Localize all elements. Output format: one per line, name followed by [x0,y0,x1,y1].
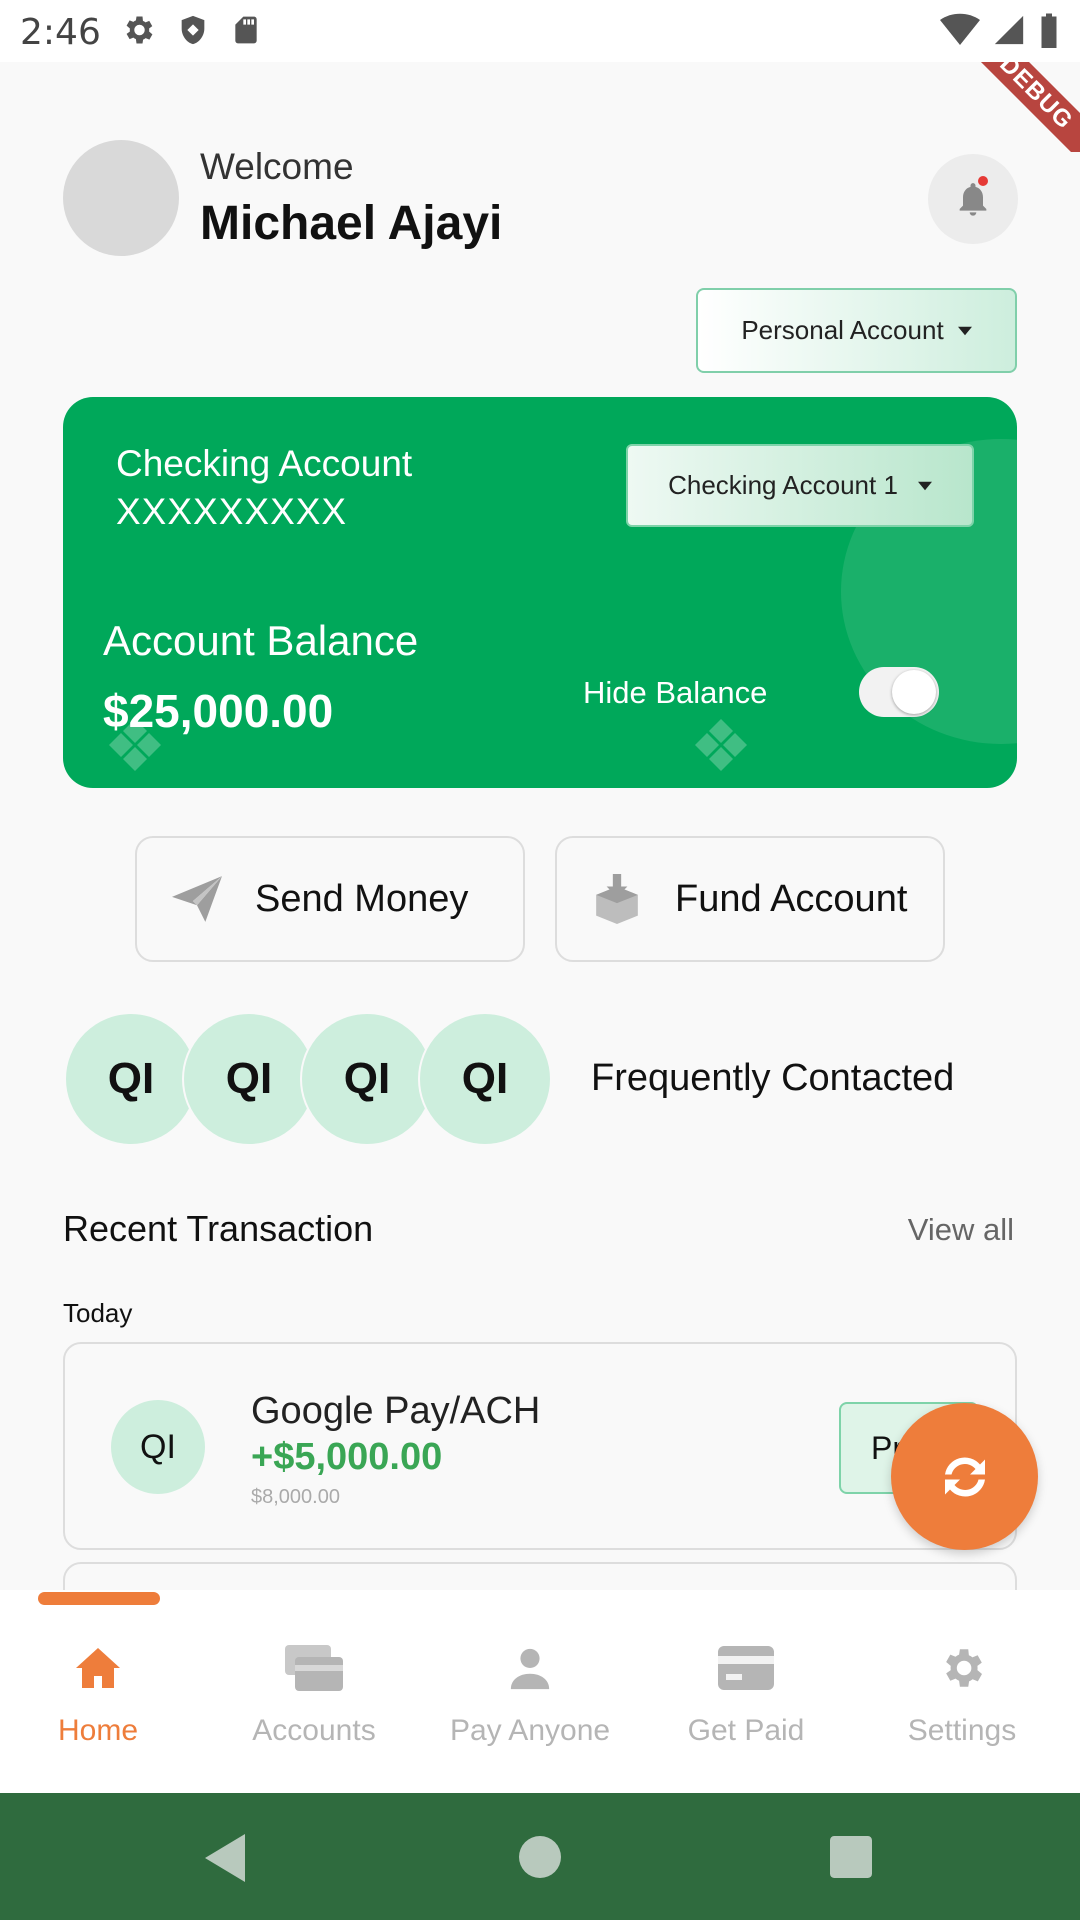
settings-status-icon [126,16,153,44]
status-bar: 2:46 [0,0,1080,62]
debug-banner: DEBUG [970,62,1080,152]
battery-icon [1041,13,1057,48]
app-screen: 2:46 DEBUG Welcome Michael Ajayi Persona… [0,0,1080,1920]
user-name: Michael Ajayi [200,197,503,250]
nav-item-get-paid[interactable]: Get Paid [638,1640,854,1760]
status-icons-right [940,12,1060,48]
transaction-avatar: QI [111,1400,205,1494]
transaction-item[interactable]: QI Google Pay/ACH +$5,000.00 $8,000.00 P… [63,1342,1017,1550]
back-icon[interactable] [205,1834,249,1882]
nav-label-accounts: Accounts [252,1714,376,1747]
account-type-dropdown[interactable]: Personal Account [696,288,1017,373]
debug-banner-label: DEBUG [970,62,1080,152]
nav-label-pay-anyone: Pay Anyone [449,1714,611,1747]
notification-dot [978,176,988,186]
avatar[interactable] [63,140,179,256]
recents-square-icon[interactable] [830,1836,872,1878]
hide-balance-label: Hide Balance [583,675,768,710]
nav-label-home: Home [57,1714,139,1747]
refresh-button[interactable] [891,1403,1038,1550]
refresh-icon [944,1456,985,1497]
notifications-button[interactable] [928,154,1018,244]
frequent-contact[interactable]: QI [182,1012,316,1146]
home-icon [74,1640,122,1696]
account-card: Checking Account XXXXXXXXX Checking Acco… [63,397,1017,788]
welcome-text: Welcome [200,146,354,187]
person-icon [507,1640,553,1696]
account-select-dropdown[interactable]: Checking Account 1 [626,444,974,527]
toggle-knob [892,670,936,714]
frequently-contacted-label: Frequently Contacted [591,1057,955,1099]
fund-account-button[interactable]: Fund Account [555,836,945,962]
nav-label-settings: Settings [907,1714,1017,1747]
hide-balance-toggle[interactable] [859,667,939,717]
gear-icon [937,1640,987,1696]
frequent-contact[interactable]: QI [64,1012,198,1146]
fund-account-label: Fund Account [675,877,908,920]
paper-plane-icon [167,876,227,922]
account-select-label: Checking Account 1 [668,470,898,500]
transaction-amount: +$5,000.00 [251,1436,443,1478]
card-icon [718,1640,774,1696]
nav-label-get-paid: Get Paid [687,1714,805,1747]
balance-label: Account Balance [103,617,419,664]
recent-transaction-title: Recent Transaction [63,1208,374,1249]
accounts-icon [285,1640,343,1696]
nav-item-settings[interactable]: Settings [854,1640,1070,1760]
diamond-pattern-icon [109,719,161,771]
wifi-icon [940,13,980,45]
deposit-box-icon [587,874,647,924]
shield-status-icon [181,15,205,45]
dropdown-arrow-icon [917,481,932,490]
signal-icon [994,15,1024,45]
home-circle-icon[interactable] [519,1836,561,1878]
send-money-button[interactable]: Send Money [135,836,525,962]
account-number: XXXXXXXXX [116,491,348,532]
account-type-dropdown-label: Personal Account [741,315,944,345]
view-all-link[interactable]: View all [908,1212,1014,1248]
sd-card-status-icon [235,16,257,44]
diamond-pattern-icon [695,719,747,771]
status-time: 2:46 [20,12,101,53]
account-type-label: Checking Account [116,443,413,484]
transaction-name: Google Pay/ACH [251,1390,541,1432]
nav-active-indicator [38,1592,160,1605]
transaction-balance: $8,000.00 [251,1486,340,1508]
nav-item-accounts[interactable]: Accounts [206,1640,422,1760]
nav-item-home[interactable]: Home [0,1640,206,1760]
frequent-contact[interactable]: QI [418,1012,552,1146]
nav-item-pay-anyone[interactable]: Pay Anyone [422,1640,638,1760]
dropdown-arrow-icon [957,326,972,335]
send-money-label: Send Money [255,877,469,920]
date-group-label: Today [63,1298,133,1328]
status-icons-left [120,12,262,48]
frequent-contact[interactable]: QI [300,1012,434,1146]
